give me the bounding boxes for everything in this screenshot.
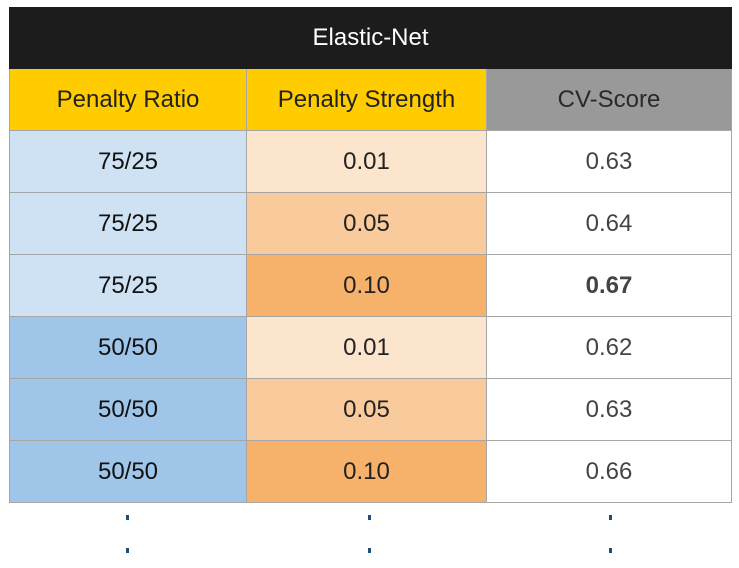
strength-cell: 0.01 [246,130,487,193]
score-cell: 0.63 [485,378,733,441]
ratio-cell: 50/50 [9,378,247,441]
strength-cell: 0.05 [246,192,487,255]
ratio-cell: 50/50 [9,440,247,503]
elastic-net-table: Elastic-Net Penalty Ratio Penalty Streng… [8,7,733,503]
score-cell: 0.63 [485,130,733,193]
header-row: Penalty Ratio Penalty Strength CV-Score [9,68,733,131]
title-row: Elastic-Net [8,7,733,69]
table-row: 75/25 0.10 0.67 [9,254,733,317]
ellipsis-dot [368,515,371,520]
header-penalty-strength: Penalty Strength [246,68,487,131]
ellipsis-dot [126,548,129,553]
header-cv-score: CV-Score [485,68,733,131]
table-title: Elastic-Net [8,7,733,69]
ratio-cell: 75/25 [9,130,247,193]
score-cell: 0.66 [485,440,733,503]
best-score-cell: 0.67 [485,254,733,317]
strength-cell: 0.10 [246,254,487,317]
strength-cell: 0.10 [246,440,487,503]
ellipsis-dot [126,515,129,520]
ellipsis-dot [368,548,371,553]
score-cell: 0.62 [485,316,733,379]
strength-cell: 0.05 [246,378,487,441]
ellipsis-dot [609,515,612,520]
table-row: 75/25 0.05 0.64 [9,192,733,255]
score-cell: 0.64 [485,192,733,255]
ellipsis-dot [609,548,612,553]
header-penalty-ratio: Penalty Ratio [9,68,247,131]
ratio-cell: 75/25 [9,192,247,255]
strength-cell: 0.01 [246,316,487,379]
table-row: 50/50 0.10 0.66 [9,440,733,503]
ratio-cell: 50/50 [9,316,247,379]
table-row: 50/50 0.05 0.63 [9,378,733,441]
ratio-cell: 75/25 [9,254,247,317]
table-row: 50/50 0.01 0.62 [9,316,733,379]
table-row: 75/25 0.01 0.63 [9,130,733,193]
